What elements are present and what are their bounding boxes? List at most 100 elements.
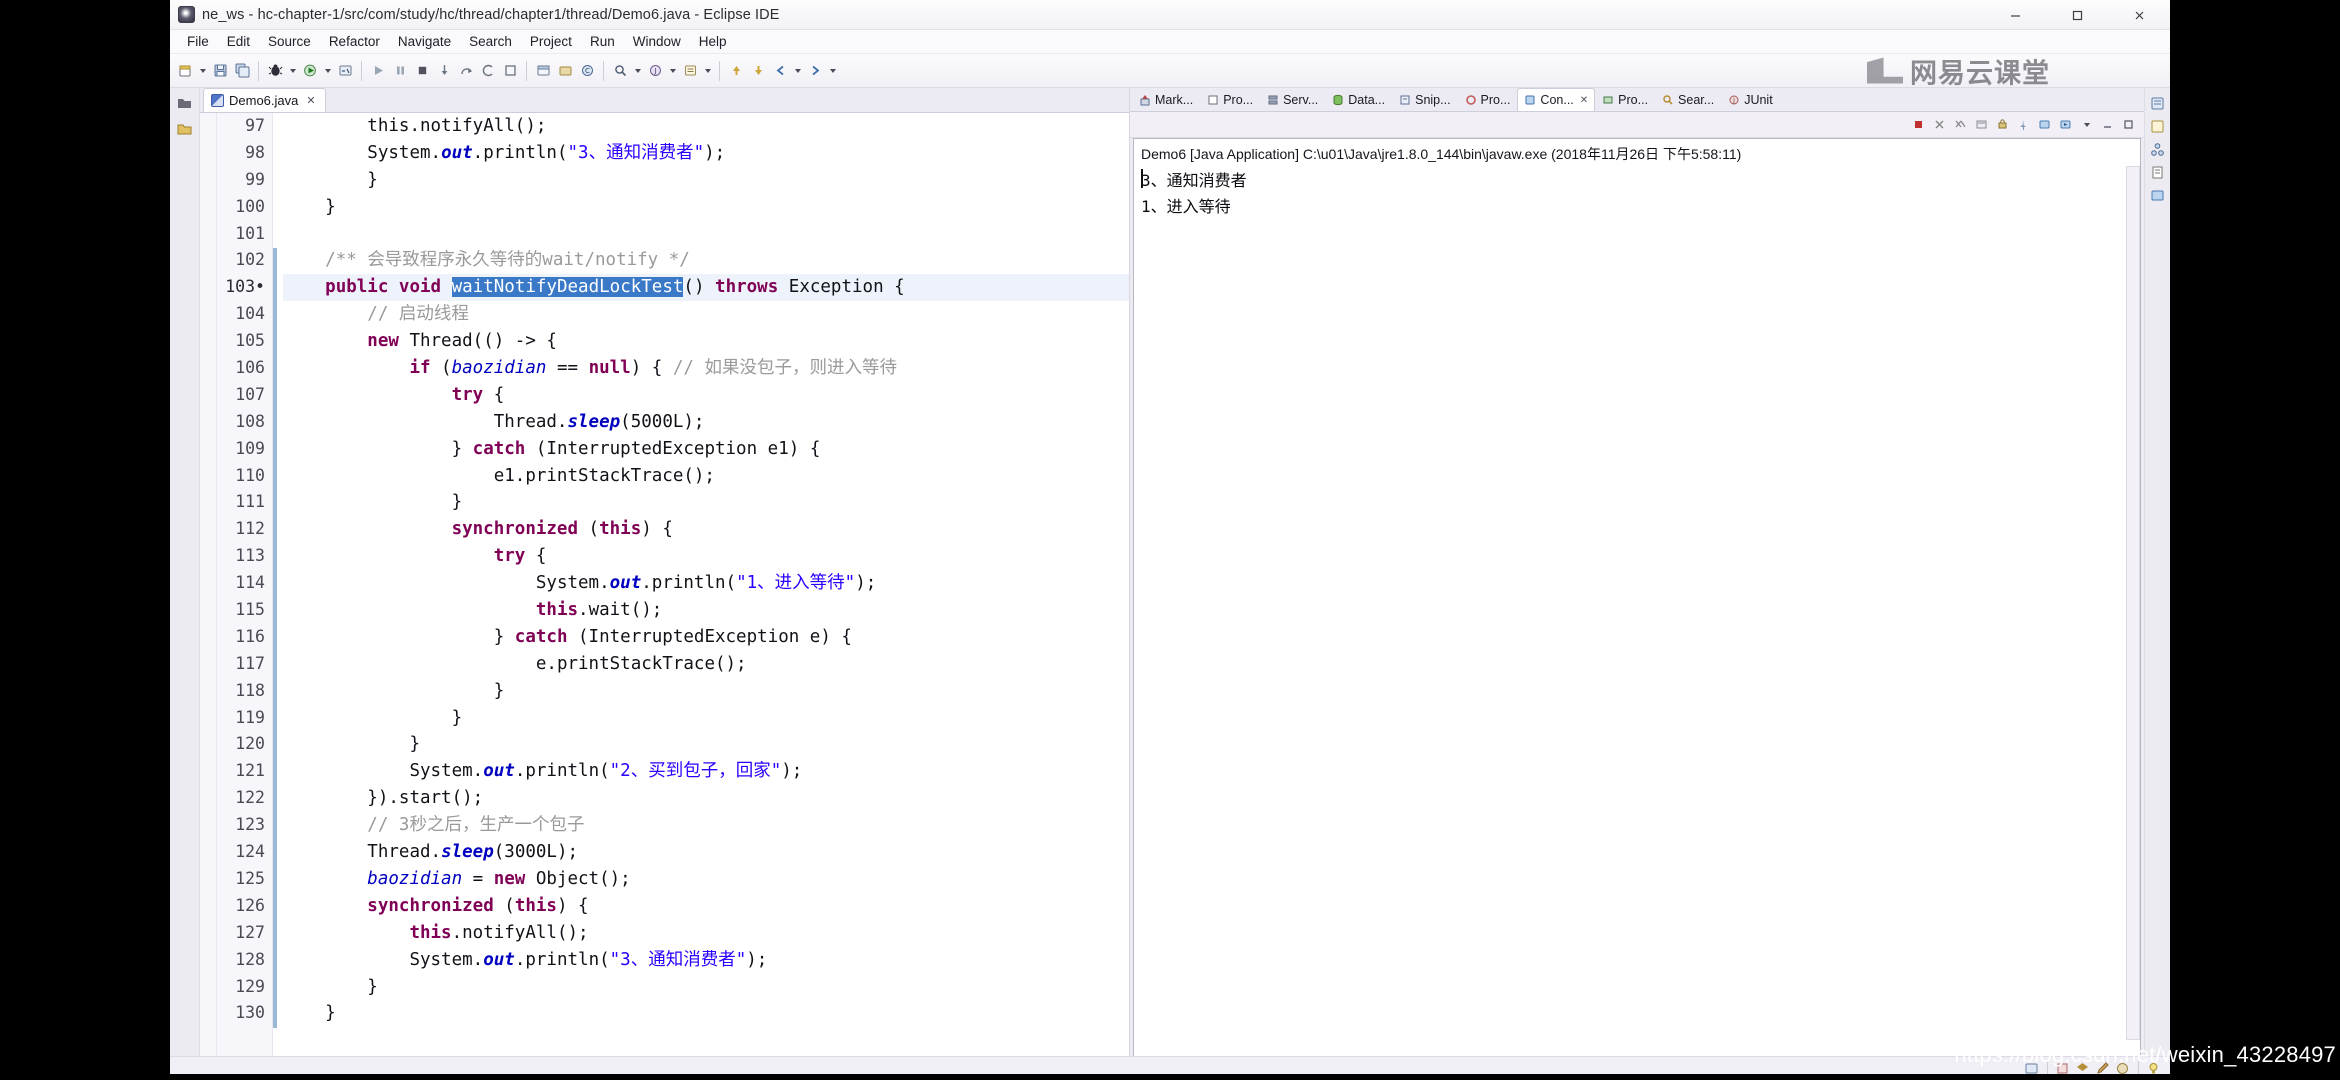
dock-tab-pro-1[interactable]: Pro... (1200, 88, 1260, 111)
back-button[interactable] (769, 59, 791, 83)
code-line[interactable]: this.notifyAll(); (283, 113, 1129, 140)
code-line[interactable]: // 3秒之后，生产一个包子 (283, 812, 1129, 839)
dock-tab-pro-7[interactable]: Pro... (1595, 88, 1655, 111)
code-line[interactable]: this.notifyAll(); (283, 920, 1129, 947)
menu-search[interactable]: Search (460, 32, 521, 51)
close-icon[interactable]: ✕ (1580, 95, 1588, 106)
javadoc-view-icon[interactable] (2150, 165, 2165, 180)
dock-tab-junit-9[interactable]: J JUnit (1721, 88, 1779, 111)
display-selected-console-icon[interactable] (2034, 115, 2054, 135)
console-output-panel[interactable]: Demo6 [Java Application] C:\u01\Java\jre… (1133, 138, 2141, 1061)
console-vertical-scrollbar[interactable] (2126, 166, 2140, 1040)
back-dropdown-icon[interactable] (791, 59, 804, 83)
code-line[interactable]: } (283, 1000, 1129, 1027)
code-line[interactable]: }).start(); (283, 785, 1129, 812)
menu-navigate[interactable]: Navigate (389, 32, 460, 51)
menu-file[interactable]: File (178, 32, 218, 51)
code-line[interactable]: if (baozidian == null) { // 如果没包子，则进入等待 (283, 355, 1129, 382)
next-annotation-button[interactable] (747, 59, 769, 83)
menu-source[interactable]: Source (259, 32, 320, 51)
drop-to-frame-button[interactable] (499, 59, 521, 83)
code-line[interactable]: e.printStackTrace(); (283, 651, 1129, 678)
code-line[interactable]: try { (283, 382, 1129, 409)
remove-launch-icon[interactable] (1929, 115, 1949, 135)
open-type-button[interactable]: J (644, 59, 666, 83)
code-line[interactable]: } (283, 167, 1129, 194)
code-line[interactable]: Thread.sleep(3000L); (283, 839, 1129, 866)
code-line[interactable]: synchronized (this) { (283, 516, 1129, 543)
step-over-button[interactable] (455, 59, 477, 83)
code-line[interactable]: } (283, 974, 1129, 1001)
code-line[interactable]: e1.printStackTrace(); (283, 463, 1129, 490)
menu-run[interactable]: Run (581, 32, 624, 51)
save-button[interactable] (209, 59, 231, 83)
maximize-button[interactable] (2046, 0, 2108, 30)
code-line[interactable]: } (283, 678, 1129, 705)
editor-scroll-area[interactable]: 97 98 99 100 101 102 103• 104 105 106 107 108 109 110… (200, 113, 1129, 1064)
code-line[interactable]: Thread.sleep(5000L); (283, 409, 1129, 436)
code-line[interactable]: } (283, 731, 1129, 758)
console-fastview-icon[interactable] (2150, 188, 2165, 203)
new-class-button[interactable]: C (576, 59, 598, 83)
dock-tab-mark-0[interactable]: Mark... (1132, 88, 1200, 111)
step-return-button[interactable] (477, 59, 499, 83)
debug-button[interactable] (264, 59, 286, 83)
minimize-button[interactable] (1984, 0, 2046, 30)
run-button[interactable] (299, 59, 321, 83)
code-line[interactable]: System.out.println("3、通知消费者"); (283, 140, 1129, 167)
menu-edit[interactable]: Edit (218, 32, 259, 51)
code-line[interactable]: try { (283, 543, 1129, 570)
open-type-dropdown-icon[interactable] (666, 59, 679, 83)
open-task-dropdown-icon[interactable] (701, 59, 714, 83)
code-line[interactable]: System.out.println("3、通知消费者"); (283, 947, 1129, 974)
menu-help[interactable]: Help (690, 32, 736, 51)
code-text-area[interactable]: this.notifyAll(); System.out.println("3、… (273, 113, 1129, 1064)
dock-tab-sear-8[interactable]: Sear... (1655, 88, 1721, 111)
clear-console-icon[interactable] (1971, 115, 1991, 135)
close-button[interactable] (2108, 0, 2170, 30)
run-dropdown-icon[interactable] (321, 59, 334, 83)
code-line[interactable]: } (283, 489, 1129, 516)
code-line[interactable]: System.out.println("2、买到包子，回家"); (283, 758, 1129, 785)
scroll-lock-icon[interactable] (1992, 115, 2012, 135)
code-line[interactable]: /** 会导致程序永久等待的wait/notify */ (283, 247, 1129, 274)
console-text[interactable]: 3、通知消费者 1、进入等待 (1134, 166, 2140, 1060)
dock-tab-con-6[interactable]: Con... ✕ (1517, 88, 1596, 111)
terminate-button[interactable] (411, 59, 433, 83)
terminate-console-icon[interactable] (1908, 115, 1928, 135)
dock-tab-snip-4[interactable]: Snip... (1392, 88, 1457, 111)
debug-dropdown-icon[interactable] (286, 59, 299, 83)
editor-marker-gutter[interactable] (200, 113, 217, 1064)
type-hierarchy-icon[interactable] (2150, 142, 2165, 157)
search-button[interactable] (609, 59, 631, 83)
editor-tab-demo6[interactable]: Demo6.java ✕ (203, 88, 326, 112)
minimize-view-icon[interactable] (2097, 115, 2117, 135)
suspend-button[interactable] (389, 59, 411, 83)
code-line[interactable] (283, 221, 1129, 248)
new-wizard-dropdown-icon[interactable] (196, 59, 209, 83)
dock-tab-data-3[interactable]: Data... (1325, 88, 1392, 111)
code-line[interactable]: } catch (InterruptedException e) { (283, 624, 1129, 651)
menu-window[interactable]: Window (624, 32, 690, 51)
project-explorer-icon[interactable] (176, 120, 193, 137)
forward-dropdown-icon[interactable] (826, 59, 839, 83)
search-dropdown-icon[interactable] (631, 59, 644, 83)
resume-button[interactable] (367, 59, 389, 83)
code-line[interactable]: System.out.println("1、进入等待"); (283, 570, 1129, 597)
task-list-icon[interactable] (2150, 119, 2165, 134)
code-line[interactable]: } (283, 705, 1129, 732)
new-wizard-button[interactable] (174, 59, 196, 83)
remove-all-launches-icon[interactable] (1950, 115, 1970, 135)
code-line[interactable]: new Thread(() -> { (283, 328, 1129, 355)
code-line[interactable]: this.wait(); (283, 597, 1129, 624)
code-line[interactable]: // 启动线程 (283, 301, 1129, 328)
forward-button[interactable] (804, 59, 826, 83)
maximize-view-icon[interactable] (2118, 115, 2138, 135)
view-menu-icon[interactable] (2076, 115, 2096, 135)
package-explorer-icon[interactable] (176, 94, 193, 111)
dock-tab-serv-2[interactable]: Serv... (1260, 88, 1325, 111)
pin-console-icon[interactable] (2013, 115, 2033, 135)
code-line[interactable]: } catch (InterruptedException e1) { (283, 436, 1129, 463)
code-line[interactable]: baozidian = new Object(); (283, 866, 1129, 893)
open-console-icon[interactable] (2055, 115, 2075, 135)
